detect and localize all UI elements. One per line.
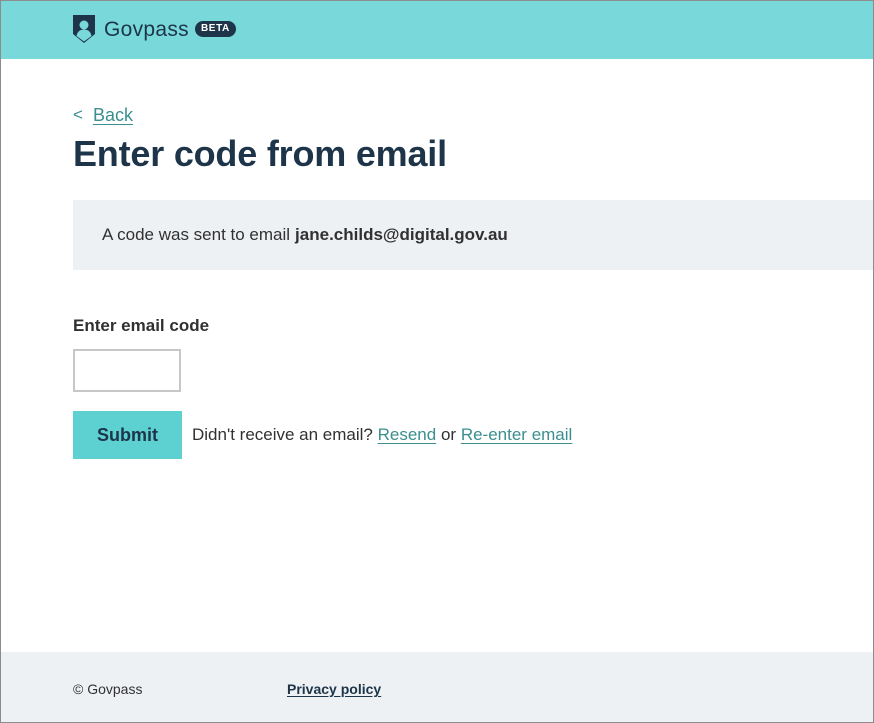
back-link[interactable]: < Back	[73, 104, 133, 126]
govpass-logo-link[interactable]: Govpass BETA	[72, 13, 236, 45]
back-label: Back	[92, 105, 133, 125]
email-code-label: Enter email code	[73, 316, 210, 335]
browser-page: Govpass BETA < Back Enter code from emai…	[0, 0, 874, 723]
submit-button[interactable]: Submit	[73, 411, 182, 459]
email-code-input[interactable]	[73, 349, 181, 392]
shield-person-icon	[73, 15, 95, 43]
site-header: Govpass BETA	[1, 1, 873, 59]
resend-prompt: Didn't receive an email?	[192, 425, 373, 444]
or-text: or	[440, 425, 457, 444]
site-footer: © Govpass Privacy policy	[1, 652, 873, 722]
privacy-policy-link[interactable]: Privacy policy	[287, 681, 381, 697]
resend-link[interactable]: Resend	[378, 425, 437, 444]
chevron-left-icon: <	[73, 105, 83, 124]
page-title: Enter code from email	[73, 133, 447, 174]
code-sent-notice: A code was sent to email jane.childs@dig…	[73, 200, 873, 270]
brand-name: Govpass	[104, 17, 189, 41]
notice-text: A code was sent to email	[102, 225, 291, 244]
resend-row: Didn't receive an email? Resend or Re-en…	[192, 424, 572, 446]
reenter-email-link[interactable]: Re-enter email	[461, 425, 573, 444]
copyright-text: © Govpass	[73, 681, 143, 697]
beta-badge: BETA	[194, 21, 236, 37]
notice-email: jane.childs@digital.gov.au	[295, 225, 508, 244]
